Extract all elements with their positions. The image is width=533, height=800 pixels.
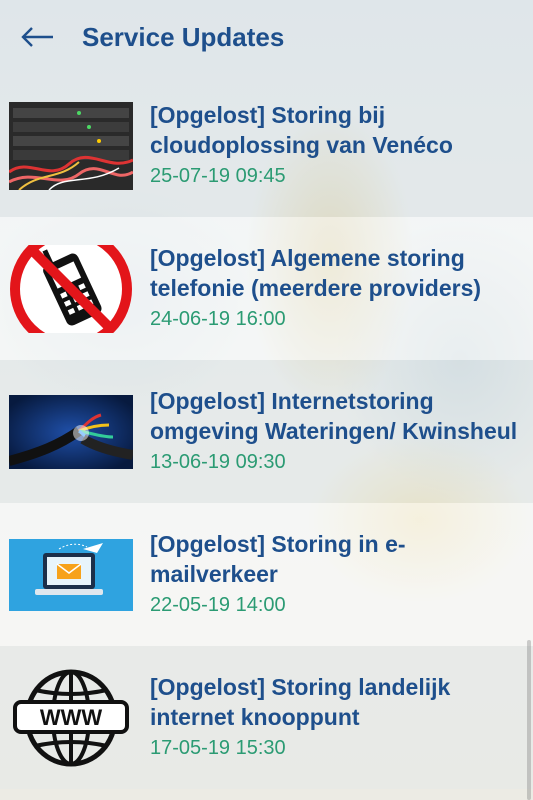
cable-wires-image <box>9 394 133 469</box>
list-item[interactable]: [Opgelost] Algemene storing telefonie (m… <box>0 217 533 360</box>
app-header: Service Updates <box>0 0 533 74</box>
item-date: 13-06-19 09:30 <box>150 451 286 473</box>
back-button[interactable] <box>18 17 58 57</box>
server-rack-image <box>9 101 133 190</box>
item-headline: [Opgelost] Storing bij cloudoplossing va… <box>150 102 453 158</box>
item-date: 24-06-19 16:00 <box>150 308 286 330</box>
page-title: Service Updates <box>82 21 285 52</box>
list-item[interactable]: [Opgelost] Storing in e-mailverkeer 22-0… <box>0 503 533 646</box>
item-date: 17-05-19 15:30 <box>150 737 286 759</box>
item-headline: [Opgelost] Storing landelijk internet kn… <box>150 674 451 730</box>
no-phone-icon <box>9 244 133 333</box>
list-item[interactable]: WWW [Opgelost] Storing landelijk interne… <box>0 646 533 789</box>
service-updates-list: [Opgelost] Storing bij cloudoplossing va… <box>0 74 533 789</box>
item-headline: [Opgelost] Internetstoring omgeving Wate… <box>150 388 518 444</box>
item-date: 22-05-19 14:00 <box>150 594 286 616</box>
item-date: 25-07-19 09:45 <box>150 165 286 187</box>
arrow-left-icon <box>21 27 53 47</box>
svg-text:WWW: WWW <box>40 705 103 730</box>
laptop-email-image <box>9 538 133 611</box>
item-headline: [Opgelost] Algemene storing telefonie (m… <box>150 245 482 301</box>
item-headline: [Opgelost] Storing in e-mailverkeer <box>150 531 406 587</box>
list-item[interactable]: [Opgelost] Storing bij cloudoplossing va… <box>0 74 533 217</box>
list-item[interactable]: [Opgelost] Internetstoring omgeving Wate… <box>0 360 533 503</box>
www-globe-icon: WWW <box>9 668 133 768</box>
scrollbar[interactable] <box>527 640 531 800</box>
